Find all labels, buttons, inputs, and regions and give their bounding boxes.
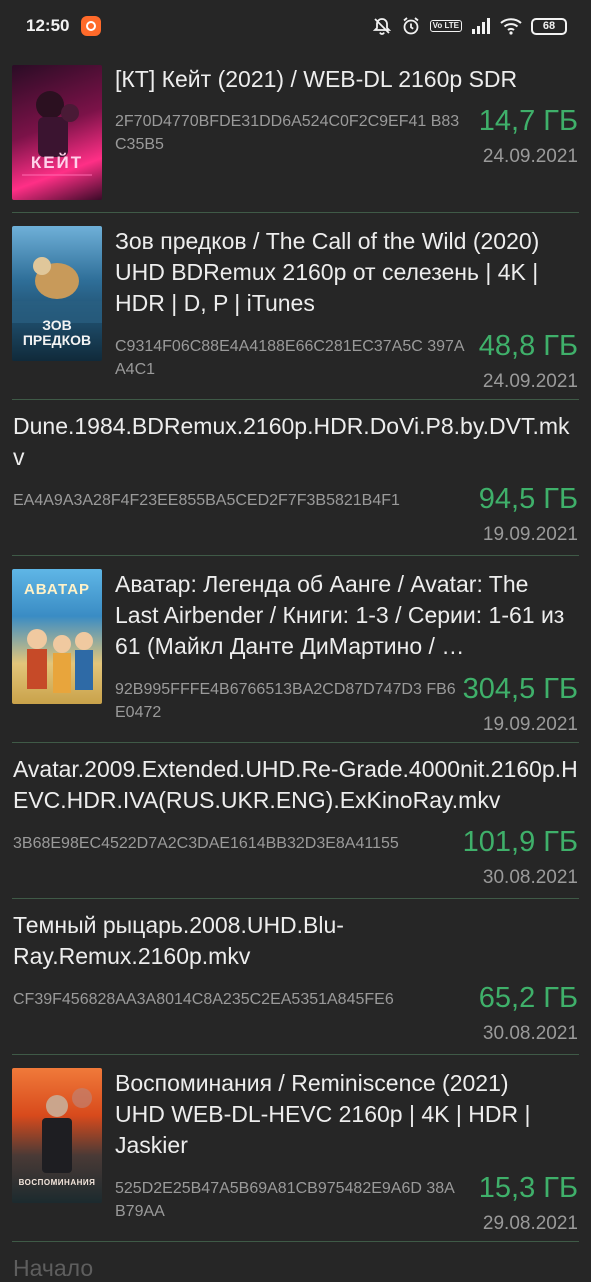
status-icons: Vo LTE 68 [372, 16, 567, 36]
torrent-title: Аватар: Легенда об Аанге / Avatar: The L… [115, 571, 565, 659]
notification-app-icon [81, 16, 102, 36]
status-time: 12:50 [26, 16, 70, 35]
torrent-item[interactable]: ЗОВ ПРЕДКОВ Зов предков / The Call of th… [0, 213, 591, 400]
torrent-title: Темный рыцарь.2008.UHD.Blu-Ray.Remux.216… [13, 912, 344, 969]
torrent-date: 30.08.2021 [482, 1023, 578, 1044]
torrent-title: Dune.1984.BDRemux.2160p.HDR.DoVi.P8.by.D… [13, 413, 570, 470]
torrent-hash: C9314F06C88E4A4188E66C281EC37A5C 397AA4C… [115, 338, 465, 378]
torrent-hash: 92B995FFFE4B6766513BA2CD87D747D3 FB6E047… [115, 681, 456, 721]
alarm-clock-icon [403, 17, 419, 35]
torrent-date: 24.09.2021 [482, 146, 578, 167]
torrent-hash: 2F70D4770BFDE31DD6A524C0F2C9EF41 B83C35B… [115, 113, 460, 153]
torrent-list: КЕЙТ [КТ] Кейт (2021) / WEB-DL 2160p SDR… [0, 52, 591, 1242]
torrent-title: Avatar.2009.Extended.UHD.Re-Grade.4000ni… [13, 756, 578, 813]
torrent-hash: 3B68E98EC4522D7A2C3DAE1614BB32D3E8A41155 [13, 835, 399, 852]
battery-indicator: 68 [531, 17, 567, 35]
torrent-size: 94,5 ГБ [478, 483, 578, 515]
torrent-date: 24.09.2021 [482, 371, 578, 392]
torrent-hash: CF39F456828AA3A8014C8A235C2EA5351A845FE6 [13, 991, 394, 1008]
torrent-item[interactable]: Avatar.2009.Extended.UHD.Re-Grade.4000ni… [0, 743, 591, 899]
torrent-item[interactable]: ВОСПОМИНАНИЯ Воспоминания / Reminiscence… [0, 1055, 591, 1242]
torrent-hash: EA4A9A3A28F4F23EE855BA5CED2F7F3B5821B4F1 [13, 492, 400, 509]
torrent-size: 15,3 ГБ [478, 1172, 578, 1204]
status-bar: 12:50 Vo LTE 68 [0, 0, 591, 52]
wifi-icon [500, 18, 522, 35]
volte-indicator: Vo LTE [429, 20, 462, 32]
torrent-date: 19.09.2021 [482, 524, 578, 545]
torrent-title: Воспоминания / Reminiscence (2021) UHD W… [115, 1070, 531, 1158]
torrent-title: Зов предков / The Call of the Wild (2020… [115, 228, 540, 316]
poster-image: АВАТАР [12, 569, 102, 704]
torrent-size: 14,7 ГБ [478, 105, 578, 137]
poster-image: КЕЙТ [12, 65, 102, 200]
torrent-date: 19.09.2021 [482, 714, 578, 735]
poster-image: ЗОВ ПРЕДКОВ [12, 226, 102, 361]
torrent-title: [КТ] Кейт (2021) / WEB-DL 2160p SDR [115, 66, 518, 92]
poster-caption: АВАТАР [23, 581, 91, 598]
torrent-item[interactable]: Темный рыцарь.2008.UHD.Blu-Ray.Remux.216… [0, 899, 591, 1055]
torrent-item[interactable]: Dune.1984.BDRemux.2160p.HDR.DoVi.P8.by.D… [0, 400, 591, 556]
torrent-size: 65,2 ГБ [478, 982, 578, 1014]
poster-caption: ВОСПОМИНАНИЯ [18, 1178, 96, 1187]
torrent-item[interactable]: АВАТАР Аватар: Легенда об Аанге / Avatar… [0, 556, 591, 743]
torrent-item[interactable]: КЕЙТ [КТ] Кейт (2021) / WEB-DL 2160p SDR… [0, 52, 591, 213]
poster-image: ВОСПОМИНАНИЯ [12, 1068, 102, 1203]
torrent-date: 30.08.2021 [482, 867, 578, 888]
torrent-size: 304,5 ГБ [462, 673, 578, 705]
torrent-hash: 525D2E25B47A5B69A81CB975482E9A6D 38AB79A… [115, 1180, 455, 1220]
signal-icon [472, 18, 490, 34]
mute-bell-icon [372, 18, 391, 35]
torrent-size: 48,8 ГБ [478, 330, 578, 362]
torrent-size: 101,9 ГБ [462, 826, 578, 858]
list-start-label: Начало [13, 1255, 94, 1281]
poster-caption: ЗОВ ПРЕДКОВ [22, 317, 92, 348]
torrent-date: 29.08.2021 [482, 1213, 578, 1234]
poster-caption: КЕЙТ [30, 153, 84, 172]
